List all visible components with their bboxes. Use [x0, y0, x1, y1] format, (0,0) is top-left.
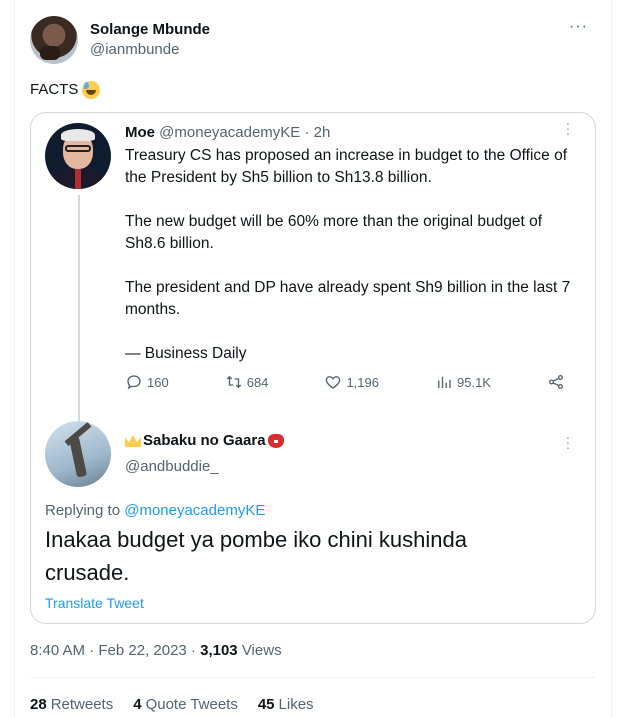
quoted-paragraph: The president and DP have already spent … — [125, 279, 571, 318]
share-button[interactable] — [547, 373, 565, 391]
tweet-timestamp[interactable]: 8:40 AM · Feb 22, 2023 · — [30, 642, 200, 659]
retweets-stat-count: 28 — [30, 696, 47, 713]
crown-icon — [125, 435, 141, 447]
author-name[interactable]: Solange Mbunde — [90, 20, 210, 40]
likes-stat[interactable]: 45 Likes — [258, 696, 314, 713]
translate-tweet-link[interactable]: Translate Tweet — [45, 595, 144, 611]
quoted-handle-time[interactable]: @moneyacademyKE · 2h — [159, 124, 330, 141]
avatar[interactable] — [30, 16, 78, 64]
author-handle[interactable]: @ianmbunde — [90, 40, 210, 60]
replying-to-link[interactable]: @moneyacademyKE — [124, 502, 265, 519]
likes-stat-label: Likes — [278, 696, 314, 713]
retweet-icon — [226, 375, 241, 389]
like-button[interactable]: 1,196 — [324, 373, 379, 391]
like-count: 1,196 — [346, 374, 379, 390]
reply-avatar[interactable] — [45, 421, 111, 487]
views-count: 95.1K — [457, 374, 491, 390]
retweet-button[interactable]: 684 — [225, 373, 269, 391]
quoted-action-bar: 160 684 1,196 95.1K — [125, 373, 565, 391]
retweets-stat[interactable]: 28 Retweets — [30, 696, 113, 713]
quoted-paragraph: Treasury CS has proposed an increase in … — [125, 147, 568, 186]
quote-tweets-stat[interactable]: 4 Quote Tweets — [133, 696, 238, 713]
tweet-author[interactable]: Solange Mbunde @ianmbunde — [30, 16, 210, 64]
tweet-stats: 28 Retweets 4 Quote Tweets 45 Likes — [30, 696, 314, 713]
reply-handle[interactable]: @andbuddie_ — [125, 457, 284, 477]
reply-author-name-row[interactable]: Sabaku no Gaara — [125, 431, 284, 451]
more-options-icon[interactable]: ··· — [569, 18, 588, 36]
reply-more-icon[interactable]: · · · — [565, 430, 571, 454]
reply-count: 160 — [147, 374, 169, 390]
replying-to-prefix: Replying to — [45, 502, 121, 519]
analytics-icon — [438, 376, 451, 388]
tweet-text-content: FACTS — [30, 81, 79, 98]
quoted-author-name[interactable]: Moe — [125, 124, 155, 141]
retweet-count: 684 — [246, 374, 269, 390]
quoted-tweet-card[interactable]: Moe @moneyacademyKE · 2h · · · Treasury CS… — [30, 112, 596, 624]
quoted-paragraph: The new budget will be 60% more than the… — [125, 213, 543, 252]
author-names: Solange Mbunde @ianmbunde — [90, 16, 210, 60]
grinning-sweat-emoji-icon — [82, 81, 101, 99]
tweet-text: FACTS — [30, 80, 101, 100]
thread-line — [78, 195, 80, 421]
reply-text: Inakaa budget ya pombe iko chini kushind… — [45, 527, 467, 585]
tweet-views-count: 3,103 — [200, 642, 238, 659]
reply-icon — [127, 375, 141, 390]
views-button[interactable]: 95.1K — [435, 373, 491, 391]
share-icon — [548, 374, 564, 390]
quoted-avatar[interactable] — [45, 123, 111, 189]
replying-to: Replying to @moneyacademyKE — [45, 501, 265, 521]
reply-header: Sabaku no Gaara @andbuddie_ — [125, 431, 284, 477]
tweet-views-label: Views — [241, 642, 282, 659]
retweets-stat-label: Retweets — [50, 696, 114, 713]
quote-tweets-stat-count: 4 — [133, 696, 142, 713]
divider — [30, 677, 596, 678]
quoted-more-icon[interactable]: · · · — [565, 116, 571, 140]
quote-tweets-stat-label: Quote Tweets — [145, 696, 238, 713]
quoted-tweet-body: Treasury CS has proposed an increase in … — [125, 145, 585, 387]
goblin-mask-icon — [267, 434, 284, 448]
tweet-meta: 8:40 AM · Feb 22, 2023 · 3,103 Views — [30, 642, 282, 659]
likes-stat-count: 45 — [257, 696, 275, 713]
reply-author-name[interactable]: Sabaku no Gaara — [143, 431, 266, 451]
heart-icon — [326, 376, 341, 389]
reply-button[interactable]: 160 — [125, 373, 169, 391]
quoted-header: Moe @moneyacademyKE · 2h — [125, 123, 330, 143]
quoted-paragraph: — Business Daily — [125, 345, 247, 362]
